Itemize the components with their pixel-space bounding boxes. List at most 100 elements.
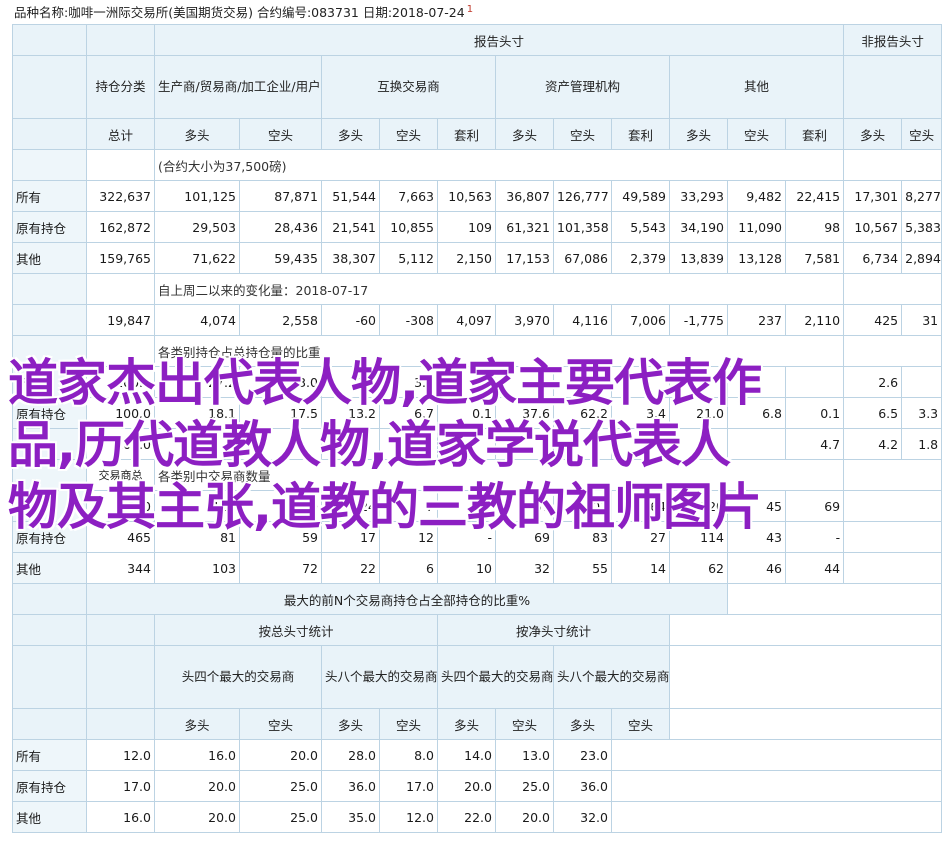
table-cell: 20.0 xyxy=(239,739,322,771)
section-contract-size: (合约大小为37,500磅) xyxy=(153,149,845,181)
col-long: 多头 xyxy=(154,708,240,740)
table-cell: 22,415 xyxy=(784,180,845,212)
table-row: 原有持仓 162,872 29,503 28,436 21,541 10,855 109 61… xyxy=(12,211,943,243)
table-cell: 4,074 xyxy=(154,304,240,336)
col-short: 空头 xyxy=(611,708,670,740)
table-cell: 23.0 xyxy=(553,739,612,771)
table-cell: 25.0 xyxy=(495,770,554,802)
header-text: 品种名称:咖啡一洲际交易所(美国期货交易) 合约编号:083731 日期:201… xyxy=(14,5,465,21)
table-cell: 16.0 xyxy=(154,739,240,771)
table-cell: 32 xyxy=(495,552,554,584)
table-row: 所有 12.0 16.0 20.0 28.0 8.0 14.0 13.0 23.0 xyxy=(12,739,943,771)
table-cell: 10,855 xyxy=(379,211,438,243)
table-cell: 9,482 xyxy=(727,180,786,212)
table-cell: 2,894 xyxy=(901,242,943,274)
col-spread: 套利 xyxy=(784,118,845,150)
row-label: 其他 xyxy=(12,242,87,274)
table-cell: 7,581 xyxy=(784,242,845,274)
table-cell: 49,589 xyxy=(611,180,670,212)
table-cell: 20.0 xyxy=(154,801,240,833)
table-cell: 20.0 xyxy=(437,770,496,802)
col-long: 多头 xyxy=(843,118,903,150)
table-row: 其他 344 103 72 22 6 10 32 55 14 62 46 44 xyxy=(12,552,943,584)
table-cell: 6 xyxy=(379,552,438,584)
table-cell: 425 xyxy=(843,304,903,336)
col-short: 空头 xyxy=(553,118,612,150)
table-row: 其他 159,765 71,622 59,435 38,307 5,112 2,150 17,… xyxy=(12,242,943,274)
conc-net: 按净头寸统计 xyxy=(437,614,670,646)
table-cell: 98 xyxy=(784,211,845,243)
conc-top4-gross: 头四个最大的交易商 xyxy=(154,645,322,709)
table-row: 其他 16.0 20.0 25.0 35.0 12.0 22.0 20.0 32.0 xyxy=(12,801,943,833)
table-cell: 28,436 xyxy=(239,211,322,243)
table-cell: 12.0 xyxy=(86,739,155,771)
table-cell: 25.0 xyxy=(239,770,322,802)
col-short: 空头 xyxy=(239,118,322,150)
col-short: 空头 xyxy=(379,708,438,740)
col-short: 空头 xyxy=(727,118,786,150)
report-header: 品种名称:咖啡一洲际交易所(美国期货交易) 合约编号:083731 日期:201… xyxy=(14,0,473,22)
table-cell: 3,970 xyxy=(495,304,554,336)
row-label: 原有持仓 xyxy=(12,770,87,802)
overlay-line-3: 物及其主张,道教的三教的祖师图片 xyxy=(8,478,762,536)
table-cell: 10,563 xyxy=(437,180,496,212)
conc-top8-net: 头八个最大的交易商 xyxy=(553,645,670,709)
table-cell: 16.0 xyxy=(86,801,155,833)
table-cell: 2,379 xyxy=(611,242,670,274)
table-cell: 71,622 xyxy=(154,242,240,274)
table-cell: 36,807 xyxy=(495,180,554,212)
table-cell: 87,871 xyxy=(239,180,322,212)
table-cell: 62 xyxy=(669,552,728,584)
concentration-cat-row: 头四个最大的交易商 头八个最大的交易商 头四个最大的交易商 头八个最大的交易商 xyxy=(12,645,943,709)
header-row-categories: 持仓分类 生产商/贸易商/加工企业/用户 互换交易商 资产管理机构 其他 xyxy=(12,55,943,119)
table-cell: 101,125 xyxy=(154,180,240,212)
table-cell: 13,128 xyxy=(727,242,786,274)
col-total: 总计 xyxy=(86,118,155,150)
table-cell: -308 xyxy=(379,304,438,336)
table-cell: 59,435 xyxy=(239,242,322,274)
table-cell: 103 xyxy=(154,552,240,584)
table-cell: 72 xyxy=(239,552,322,584)
positions-rows: 所有 322,637 101,125 87,871 51,544 7,663 10,563 3… xyxy=(12,180,943,274)
table-cell: 344 xyxy=(86,552,155,584)
table-cell: 17.0 xyxy=(379,770,438,802)
table-cell: 8.0 xyxy=(379,739,438,771)
table-cell: 20.0 xyxy=(495,801,554,833)
table-cell: 2,150 xyxy=(437,242,496,274)
table-cell: 25.0 xyxy=(239,801,322,833)
concentration-rows: 所有 12.0 16.0 20.0 28.0 8.0 14.0 13.0 23.0 原有持仓 17.… xyxy=(12,739,943,833)
table-cell: 5,383 xyxy=(901,211,943,243)
header-row-columns: 总计 多头 空头 多头 空头 套利 多头 空头 套利 多头 空头 套利 多头 空… xyxy=(12,118,943,150)
table-row: 19,847 4,074 2,558 -60 -308 4,097 3,970 4,116 7,… xyxy=(12,304,943,336)
concentration-title-row: 最大的前N个交易商持仓占全部持仓的比重% xyxy=(12,583,943,615)
row-label: 所有 xyxy=(12,739,87,771)
table-cell: 4,116 xyxy=(553,304,612,336)
conc-gross: 按总头寸统计 xyxy=(154,614,438,646)
table-cell: 19,847 xyxy=(86,304,155,336)
row-label: 原有持仓 xyxy=(12,211,87,243)
col-short: 空头 xyxy=(495,708,554,740)
table-cell: 17,301 xyxy=(843,180,903,212)
col-long: 多头 xyxy=(154,118,240,150)
table-cell: 35.0 xyxy=(321,801,380,833)
table-cell: 51,544 xyxy=(321,180,380,212)
row-label xyxy=(12,304,87,336)
table-cell: 4,097 xyxy=(437,304,496,336)
table-cell: 61,321 xyxy=(495,211,554,243)
section-row: 自上周二以来的变化量：2018-07-17 xyxy=(12,273,943,305)
table-cell: 22.0 xyxy=(437,801,496,833)
table-cell: 21,541 xyxy=(321,211,380,243)
table-cell: 14.0 xyxy=(437,739,496,771)
table-cell: 2,558 xyxy=(239,304,322,336)
table-cell: 126,777 xyxy=(553,180,612,212)
row-label: 其他 xyxy=(12,801,87,833)
header-footnote: 1 xyxy=(466,4,474,15)
col-long: 多头 xyxy=(495,118,554,150)
watermark-title-overlay: 道家杰出代表人物,道家主要代表作 品,历代道教人物,道家学说代表人 物及其主张,… xyxy=(8,352,943,538)
col-spread: 套利 xyxy=(611,118,670,150)
row-label: 所有 xyxy=(12,180,87,212)
table-cell: 8,277 xyxy=(901,180,943,212)
col-long: 多头 xyxy=(437,708,496,740)
table-cell: 13.0 xyxy=(495,739,554,771)
table-cell: 55 xyxy=(553,552,612,584)
